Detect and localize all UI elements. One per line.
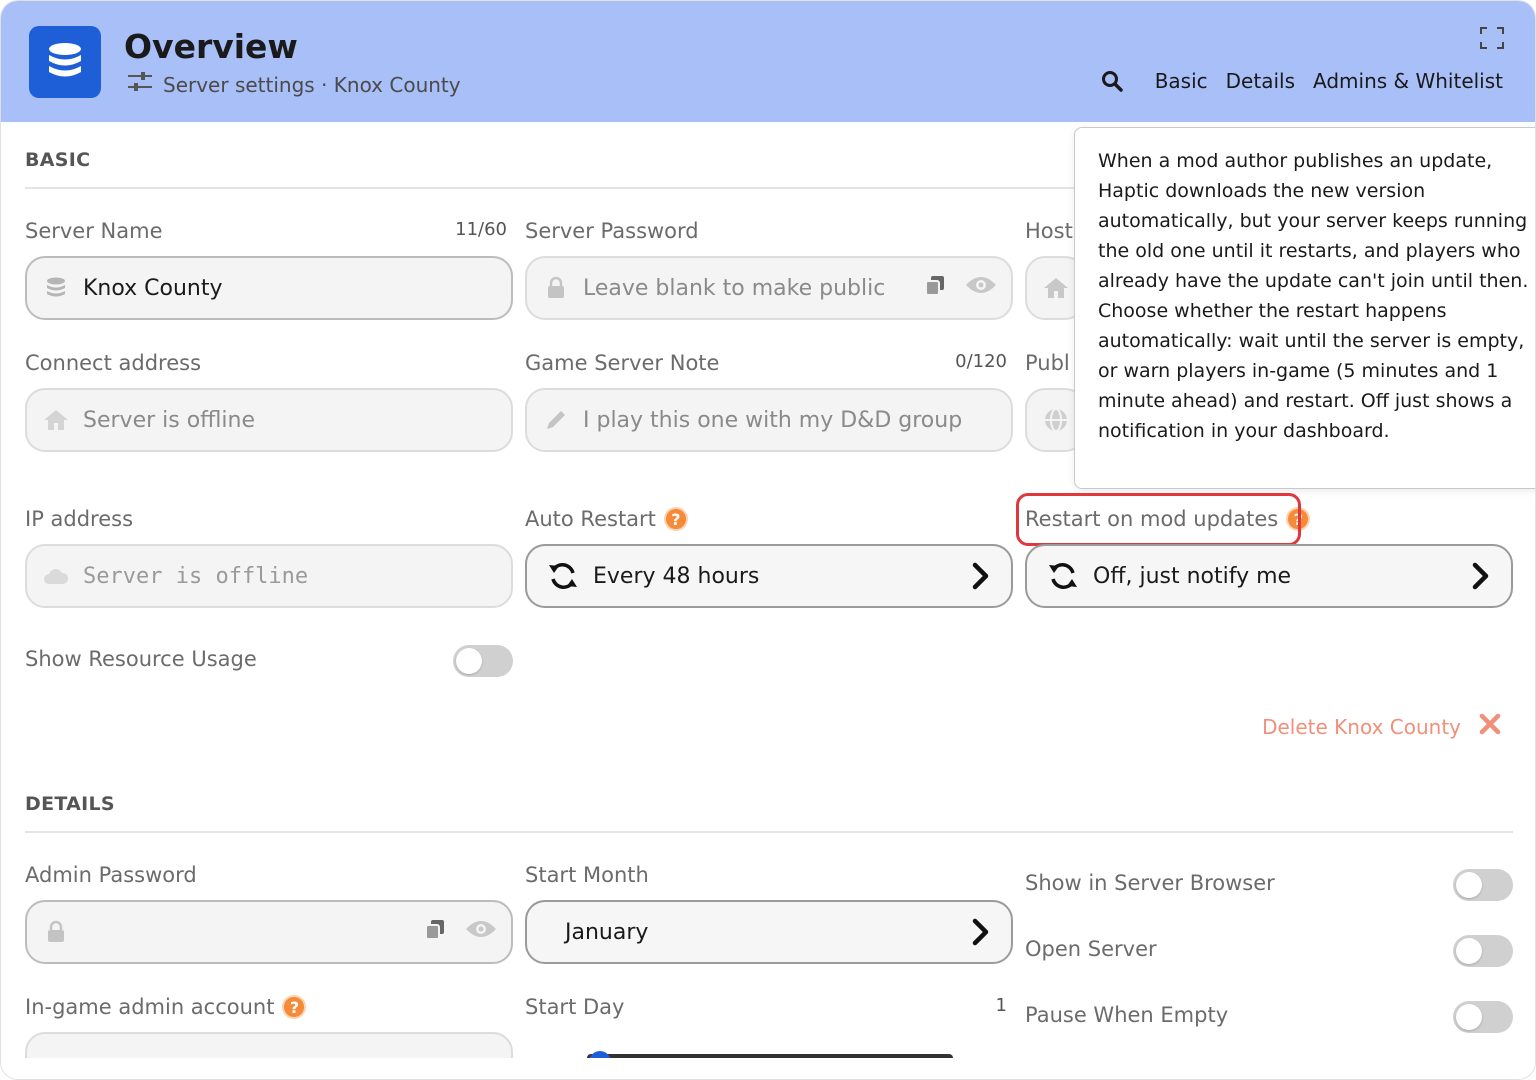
breadcrumb: Server settings · Knox County [127, 71, 461, 98]
pause-when-empty-toggle[interactable] [1453, 1001, 1513, 1033]
pencil-icon [543, 407, 569, 433]
connect-address-input[interactable]: Server is offline [25, 388, 513, 452]
password-actions [923, 258, 997, 318]
database-icon [43, 275, 69, 301]
ingame-admin-label-wrap: In-game admin account ? [25, 995, 307, 1019]
ip-address-input[interactable]: Server is offline [25, 544, 513, 608]
focus-highlight [1016, 493, 1301, 546]
chevron-right-icon [1471, 562, 1491, 590]
admin-password-input[interactable] [25, 900, 513, 964]
start-day-label: Start Day [525, 995, 625, 1019]
chevron-right-icon [971, 562, 991, 590]
home-icon [1043, 275, 1069, 301]
cloud-icon [43, 563, 69, 589]
show-in-browser-label: Show in Server Browser [1025, 871, 1275, 895]
database-icon [29, 26, 101, 98]
section-basic-heading: BASIC [25, 149, 91, 171]
header: Overview Server settings · Knox County B… [1, 1, 1535, 122]
ip-address-label: IP address [25, 507, 134, 531]
pause-when-empty-label: Pause When Empty [1025, 1003, 1229, 1027]
server-name-counter: 11/60 [455, 219, 507, 240]
chevron-right-icon [971, 918, 991, 946]
section-divider [25, 831, 1513, 833]
admin-password-label: Admin Password [25, 863, 197, 887]
delete-server-button[interactable]: Delete Knox County [1262, 713, 1501, 740]
restart-on-mod-select[interactable]: Off, just notify me [1025, 544, 1513, 608]
sliders-icon [127, 71, 153, 98]
password-actions [423, 902, 497, 962]
copy-icon[interactable] [923, 273, 947, 303]
game-server-note-counter: 0/120 [955, 351, 1007, 372]
expand-icon[interactable] [1479, 26, 1505, 50]
server-password-input[interactable]: Leave blank to make public [525, 256, 1013, 320]
auto-restart-label: Auto Restart [525, 507, 656, 531]
header-nav: Basic Details Admins & Whitelist [1101, 69, 1503, 93]
delete-server-label: Delete Knox County [1262, 714, 1461, 739]
server-name-label: Server Name [25, 219, 163, 243]
refresh-icon [547, 560, 579, 592]
start-month-label: Start Month [525, 863, 649, 887]
server-password-placeholder: Leave blank to make public [583, 275, 886, 301]
toggle-knob [1456, 938, 1482, 964]
auto-restart-value: Every 48 hours [593, 563, 760, 589]
eye-icon[interactable] [965, 274, 997, 302]
close-icon [1479, 713, 1501, 740]
show-resource-usage-label: Show Resource Usage [25, 647, 257, 671]
nav-admins-whitelist[interactable]: Admins & Whitelist [1313, 69, 1503, 93]
toggle-knob [456, 648, 482, 674]
help-icon[interactable]: ? [663, 507, 688, 531]
nav-details[interactable]: Details [1226, 69, 1295, 93]
auto-restart-label-wrap: Auto Restart ? [525, 507, 688, 531]
help-icon[interactable]: ? [282, 995, 307, 1019]
server-password-label: Server Password [525, 219, 699, 243]
connect-address-placeholder: Server is offline [83, 407, 256, 433]
window-bottom-edge [1, 1058, 1535, 1079]
start-month-select[interactable]: January [525, 900, 1013, 964]
show-resource-usage-toggle[interactable] [453, 645, 513, 677]
lock-icon [43, 919, 69, 945]
restart-on-mod-value: Off, just notify me [1093, 563, 1292, 589]
start-month-value: January [565, 919, 649, 945]
settings-window: Overview Server settings · Knox County B… [0, 0, 1536, 1080]
toggle-knob [1456, 1004, 1482, 1030]
game-server-note-placeholder: I play this one with my D&D group [583, 407, 963, 433]
nav-basic[interactable]: Basic [1155, 69, 1208, 93]
copy-icon[interactable] [423, 917, 447, 947]
host-label: Host [1025, 219, 1073, 243]
search-icon[interactable] [1101, 70, 1123, 92]
auto-restart-select[interactable]: Every 48 hours [525, 544, 1013, 608]
globe-icon [1043, 407, 1069, 433]
connect-address-label: Connect address [25, 351, 202, 375]
game-server-note-label: Game Server Note [525, 351, 720, 375]
show-in-browser-toggle[interactable] [1453, 869, 1513, 901]
public-label: Publ [1025, 351, 1070, 375]
lock-icon [543, 275, 569, 301]
home-icon [43, 407, 69, 433]
toggle-knob [1456, 872, 1482, 898]
breadcrumb-text: Server settings · Knox County [163, 72, 461, 97]
open-server-label: Open Server [1025, 937, 1157, 961]
ip-address-placeholder: Server is offline [83, 563, 309, 589]
eye-icon[interactable] [465, 918, 497, 946]
open-server-toggle[interactable] [1453, 935, 1513, 967]
ingame-admin-label: In-game admin account [25, 995, 275, 1019]
server-name-input[interactable]: Knox County [25, 256, 513, 320]
start-day-value: 1 [995, 995, 1007, 1016]
restart-on-mod-tooltip: When a mod author publishes an update, H… [1074, 127, 1535, 489]
section-details-heading: DETAILS [25, 793, 115, 815]
game-server-note-input[interactable]: I play this one with my D&D group [525, 388, 1013, 452]
page-title: Overview [124, 27, 298, 66]
server-name-value: Knox County [83, 275, 223, 301]
refresh-icon [1047, 560, 1079, 592]
